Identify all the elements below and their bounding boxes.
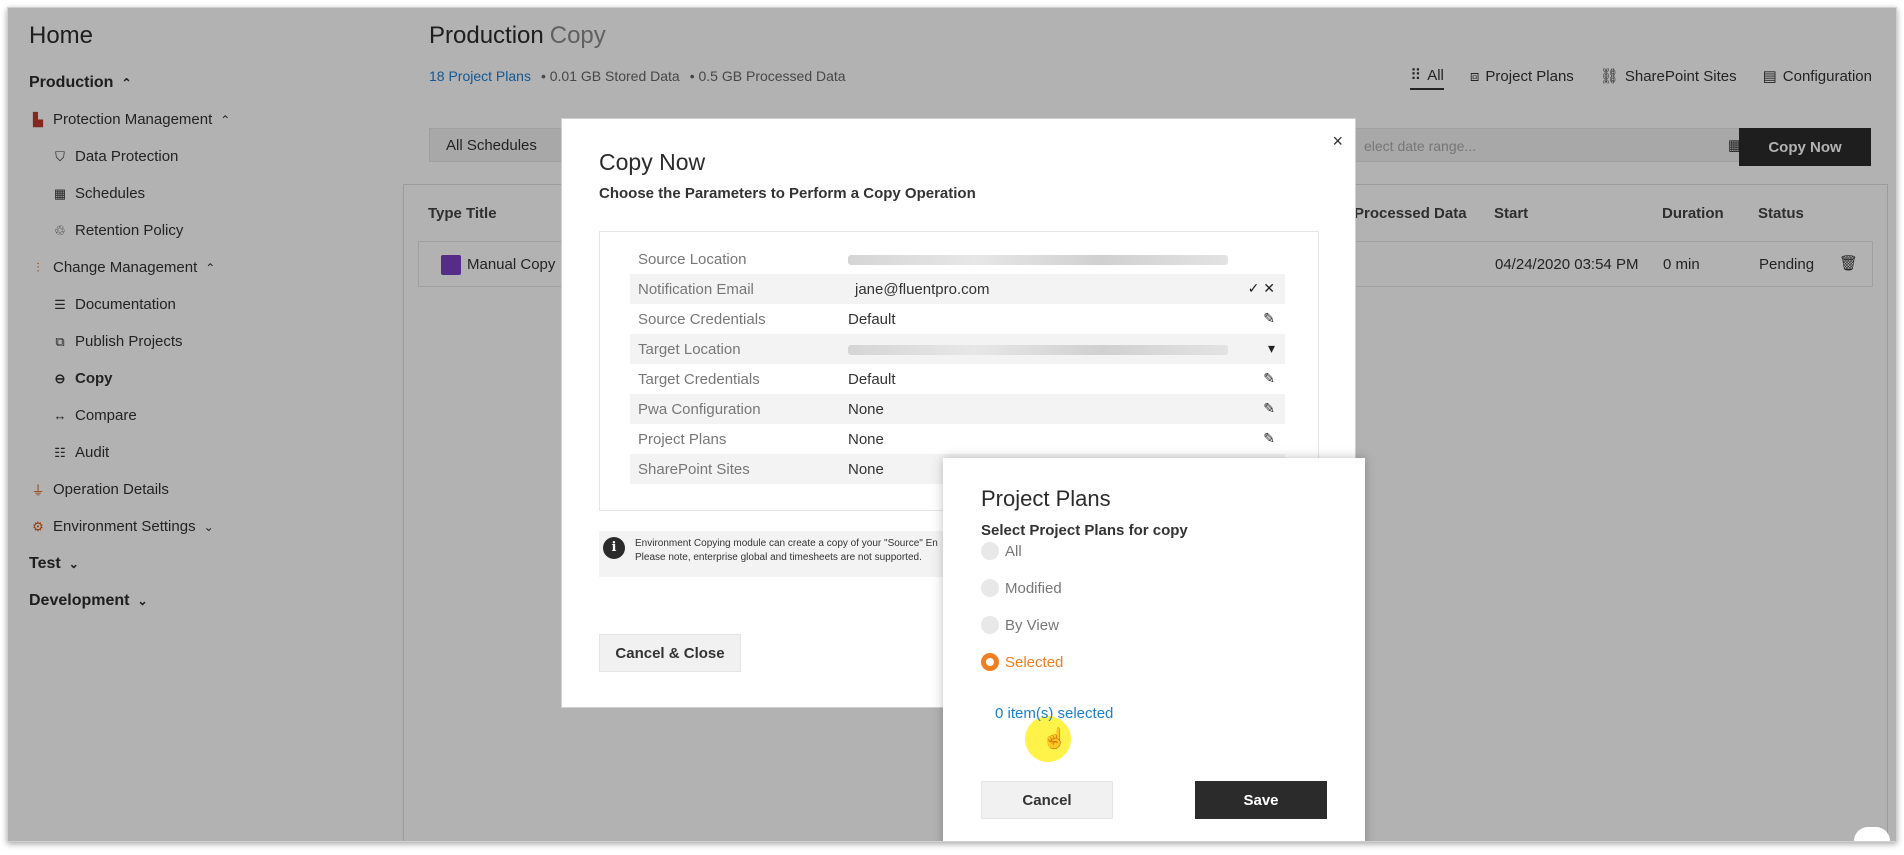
radio-modified[interactable]: Modified — [981, 577, 1062, 599]
param-project-plans: Project Plans None ✎ — [630, 424, 1285, 454]
param-value: None — [848, 431, 884, 448]
info-icon: i — [603, 537, 625, 559]
radio-circle[interactable] — [981, 542, 999, 560]
edit-pencil-icon[interactable]: ✎ — [1263, 400, 1275, 417]
info-line-2: Please note, enterprise global and times… — [635, 552, 922, 563]
radio-label: All — [1005, 542, 1022, 560]
radio-label: Modified — [1005, 579, 1062, 597]
chat-widget[interactable] — [1854, 827, 1890, 841]
param-label: Project Plans — [638, 431, 727, 448]
param-source-location: Source Location — [630, 244, 1285, 274]
edit-pencil-icon[interactable]: ✎ — [1263, 370, 1275, 387]
dialog-subtitle: Choose the Parameters to Perform a Copy … — [599, 185, 976, 202]
confirm-cancel-icons[interactable]: ✓ ✕ — [1248, 280, 1275, 297]
cancel-close-button[interactable]: Cancel & Close — [599, 634, 741, 672]
param-label: Pwa Configuration — [638, 401, 761, 418]
radio-label: Selected — [1005, 653, 1064, 671]
items-selected-link[interactable]: 0 item(s) selected — [995, 705, 1113, 722]
project-plans-popup: Project Plans Select Project Plans for c… — [943, 458, 1365, 841]
param-label: Source Location — [638, 251, 747, 268]
popup-subtitle: Select Project Plans for copy — [981, 522, 1188, 539]
param-value: Default — [848, 311, 896, 328]
close-icon[interactable]: × — [1332, 131, 1343, 152]
param-value: Default — [848, 371, 896, 388]
cancel-button[interactable]: Cancel — [981, 781, 1113, 819]
param-label: Source Credentials — [638, 311, 766, 328]
param-label: Notification Email — [638, 281, 754, 298]
hand-cursor-icon: ☝ — [1042, 728, 1067, 750]
param-label: Target Credentials — [638, 371, 760, 388]
radio-circle[interactable] — [981, 616, 999, 634]
param-target-location: Target Location ▾ — [630, 334, 1285, 364]
param-value: None — [848, 461, 884, 478]
param-value: None — [848, 401, 884, 418]
radio-all[interactable]: All — [981, 540, 1022, 562]
info-note: i Environment Copying module can create … — [599, 531, 959, 577]
param-source-credentials: Source Credentials Default ✎ — [630, 304, 1285, 334]
info-line-1: Environment Copying module can create a … — [635, 538, 938, 549]
radio-by-view[interactable]: By View — [981, 614, 1059, 636]
edit-pencil-icon[interactable]: ✎ — [1263, 430, 1275, 447]
radio-circle[interactable] — [981, 579, 999, 597]
param-label: SharePoint Sites — [638, 461, 750, 478]
param-notification-email: Notification Email jane@fluentpro.com ✓ … — [630, 274, 1285, 304]
param-label: Target Location — [638, 341, 741, 358]
app-window: Home Production ⌃ ▙ Protection Managemen… — [7, 7, 1897, 842]
param-pwa-configuration: Pwa Configuration None ✎ — [630, 394, 1285, 424]
blurred-url — [848, 345, 1228, 355]
dropdown-arrow-icon[interactable]: ▾ — [1268, 340, 1275, 357]
dialog-title: Copy Now — [599, 149, 706, 175]
radio-selected[interactable]: Selected — [981, 651, 1063, 673]
radio-label: By View — [1005, 616, 1059, 634]
save-button[interactable]: Save — [1195, 781, 1327, 819]
edit-pencil-icon[interactable]: ✎ — [1263, 310, 1275, 327]
param-target-credentials: Target Credentials Default ✎ — [630, 364, 1285, 394]
popup-title: Project Plans — [981, 486, 1111, 511]
radio-circle-checked[interactable] — [981, 653, 999, 671]
notification-email-input[interactable]: jane@fluentpro.com — [855, 281, 989, 298]
blurred-url — [848, 255, 1228, 265]
